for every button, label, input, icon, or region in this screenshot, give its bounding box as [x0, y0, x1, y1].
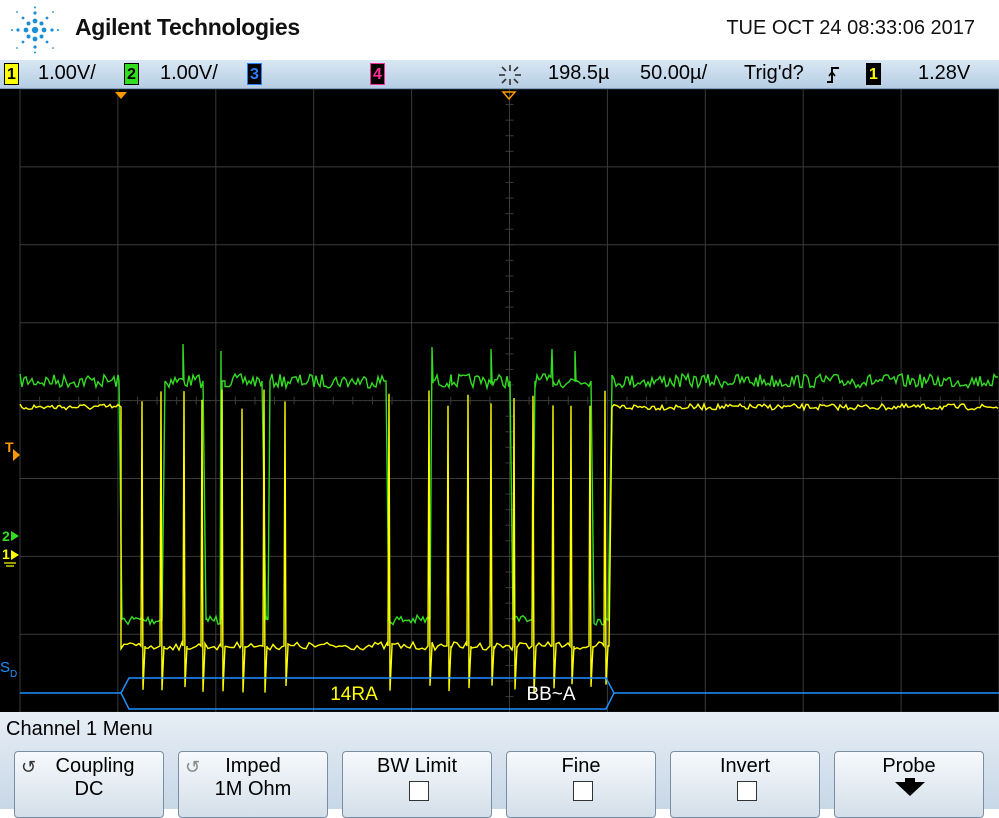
delay-knob-icon: [499, 65, 521, 85]
serial-bus-marker: SD: [0, 659, 17, 680]
fine-softkey[interactable]: Fine: [506, 751, 656, 818]
ch3-badge[interactable]: 3: [247, 63, 262, 85]
impedance-softkey[interactable]: ↺ Imped 1M Ohm: [178, 751, 328, 818]
softkey-label: Fine: [561, 755, 601, 777]
trigger-level-marker: T: [5, 439, 14, 455]
bw-limit-checkbox[interactable]: [409, 781, 429, 801]
invert-softkey[interactable]: Invert: [670, 751, 820, 818]
coupling-softkey[interactable]: ↺ Coupling DC: [14, 751, 164, 818]
probe-softkey[interactable]: Probe: [834, 751, 984, 818]
softkey-label: Invert: [719, 755, 771, 777]
fine-checkbox[interactable]: [573, 781, 593, 801]
header: Agilent Technologies TUE OCT 24 08:33:06…: [0, 0, 999, 60]
status-bar: 1 1.00V/ 2 1.00V/ 3 4 198.5µ 50.00µ/ Tri…: [0, 60, 999, 89]
bw-limit-softkey[interactable]: BW Limit: [342, 751, 492, 818]
date-time: TUE OCT 24 08:33:06 2017: [726, 17, 975, 39]
left-markers: T 2 1 SD: [0, 439, 20, 680]
ch2-ground-marker: 2: [2, 528, 10, 544]
graticule: [19, 88, 999, 713]
softkey-value: 1M Ohm: [214, 778, 292, 800]
timebase-value: 50.00µ/: [640, 62, 708, 84]
trigger-level: 1.28V: [918, 62, 971, 84]
softkey-value: DC: [74, 778, 104, 800]
softkey-label: Probe: [882, 755, 936, 777]
ch2-scale: 1.00V/: [160, 62, 218, 84]
menu-title: Channel 1 Menu: [6, 718, 153, 740]
ch1-scale: 1.00V/: [38, 62, 96, 84]
brand-name: Agilent Technologies: [75, 14, 300, 40]
invert-checkbox[interactable]: [737, 781, 757, 801]
waveform-canvas: 14RA BB~A T 2 1 SD: [0, 88, 999, 713]
trigger-state: Trig'd?: [744, 62, 804, 84]
softkey-label: Imped: [225, 755, 281, 777]
top-markers: [115, 91, 517, 101]
softkey-label: BW Limit: [377, 755, 457, 777]
waveform-display: 14RA BB~A T 2 1 SD: [0, 88, 999, 713]
trigger-position-marker: [115, 92, 127, 99]
rising-edge-icon: [827, 67, 839, 83]
ch1-ground-marker: 1: [2, 546, 10, 562]
ch4-badge[interactable]: 4: [370, 63, 385, 85]
trigger-source-badge[interactable]: 1: [866, 63, 881, 85]
ch1-badge[interactable]: 1: [4, 63, 19, 85]
decode-ascii: BB~A: [526, 684, 575, 705]
softkey-menu: Channel 1 Menu ↺ Coupling DC ↺ Imped 1M …: [0, 712, 999, 818]
ch2-badge[interactable]: 2: [124, 63, 139, 85]
agilent-logo-icon: [11, 6, 59, 54]
delay-value: 198.5µ: [548, 62, 610, 84]
softkey-label: Coupling: [55, 755, 135, 777]
decode-value: 14RA: [330, 684, 378, 705]
down-arrow-icon: [895, 782, 925, 796]
